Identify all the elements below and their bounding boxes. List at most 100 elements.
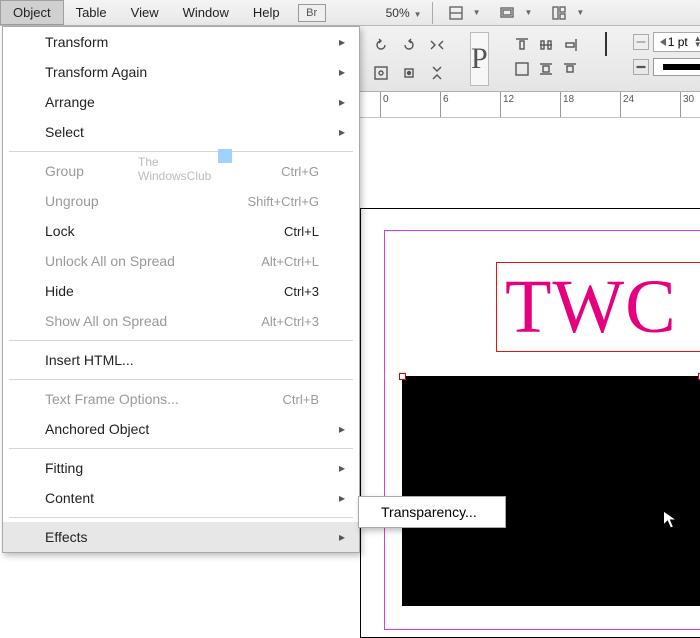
menu-separator [9,379,353,380]
selected-rectangle[interactable] [402,376,700,606]
wrap-around-icon[interactable] [533,56,559,82]
menu-hide[interactable]: Hide Ctrl+3 [3,276,359,306]
chevron-down-icon[interactable]: ▼ [473,8,481,17]
screen-mode-icon[interactable] [497,3,517,23]
chevron-right-icon: ▸ [339,422,345,436]
menu-table[interactable]: Table [64,1,119,24]
menu-view[interactable]: View [119,1,171,24]
menu-ungroup: Ungroup Shift+Ctrl+G [3,186,359,216]
menu-fitting[interactable]: Fitting ▸ [3,453,359,483]
menu-object[interactable]: Object [0,0,64,25]
stroke-weight-input[interactable]: 1 pt ▲▼ [653,32,700,52]
menu-shortcut: Shift+Ctrl+G [247,194,319,209]
align-top-icon[interactable] [509,32,535,58]
menu-shortcut: Ctrl+3 [284,284,319,299]
stepper-icon[interactable]: ▲▼ [694,36,700,48]
menu-item-label: Transparency... [381,504,477,520]
menu-effects[interactable]: Effects ▸ [3,522,359,552]
align-right-icon[interactable] [557,32,583,58]
ruler-tick: 18 [560,92,574,117]
view-options-icon[interactable] [446,3,466,23]
menu-item-label: Effects [45,529,88,545]
rotate-ccw-icon[interactable] [368,32,394,58]
menu-item-label: Show All on Spread [45,313,167,329]
chevron-right-icon: ▸ [339,461,345,475]
menu-item-label: Group [45,163,84,179]
menu-transform-again[interactable]: Transform Again ▸ [3,57,359,87]
menu-select[interactable]: Select ▸ [3,117,359,147]
ruler-tick: 30 [680,92,694,117]
menu-shortcut: Alt+Ctrl+L [261,254,319,269]
menu-lock[interactable]: Lock Ctrl+L [3,216,359,246]
chevron-down-icon: ▼ [414,10,422,19]
select-container-icon[interactable] [368,60,394,86]
text-frame[interactable]: TWC [496,262,700,352]
menu-item-label: Lock [45,223,75,239]
flip-v-icon[interactable] [424,60,450,86]
distribute-h-icon[interactable] [533,32,559,58]
menu-unlock-all: Unlock All on Spread Alt+Ctrl+L [3,246,359,276]
fill-swatch[interactable] [605,32,607,56]
separator [432,2,433,24]
stroke-style-select[interactable] [653,58,700,76]
stroke-style-icon[interactable] [633,59,649,75]
ruler-tick: 0 [380,92,389,117]
flip-h-icon[interactable] [424,32,450,58]
menu-anchored-object[interactable]: Anchored Object▸ [3,414,359,444]
menu-separator [9,517,353,518]
menu-item-label: Transform Again [45,64,147,80]
document-canvas[interactable]: TWC [360,118,700,528]
menu-transparency[interactable]: Transparency... [359,497,505,527]
menu-shortcut: Ctrl+B [283,392,319,407]
wrap-none-icon[interactable] [509,56,535,82]
wrap-jump-icon[interactable] [557,56,583,82]
menu-item-label: Ungroup [45,193,99,209]
menu-transform[interactable]: Transform▸ [3,27,359,57]
zoom-level[interactable]: 50% ▼ [386,6,422,20]
menu-item-label: Hide [45,283,74,299]
menu-group: GroupCtrl+G [3,156,359,186]
text-content: TWC [497,263,700,351]
menu-item-label: Content [45,490,94,506]
menu-show-all: Show All on Spread Alt+Ctrl+3 [3,306,359,336]
chevron-right-icon: ▸ [339,125,345,139]
menu-item-label: Insert HTML... [45,352,134,368]
transform-icons [368,32,450,86]
stroke-weight-value: 1 pt [668,35,688,49]
menu-window[interactable]: Window [171,1,241,24]
menubar: Object Table View Window Help Br 50%▼ ▼ … [0,0,700,26]
menu-separator [9,340,353,341]
menu-item-label: Select [45,124,84,140]
menu-content[interactable]: Content ▸ [3,483,359,513]
chevron-down-icon[interactable]: ▼ [524,8,532,17]
menu-arrange[interactable]: Arrange▸ [3,87,359,117]
ruler-tick: 12 [500,92,514,117]
rotate-cw-icon[interactable] [396,32,422,58]
zoom-value: 50% [386,6,410,20]
chevron-right-icon: ▸ [339,35,345,49]
menu-item-label: Unlock All on Spread [45,253,175,269]
menu-help[interactable]: Help [241,1,292,24]
triangle-left-icon [660,38,666,46]
ruler-tick: 24 [620,92,634,117]
chevron-down-icon[interactable]: ▼ [576,8,584,17]
menu-item-label: Arrange [45,94,95,110]
stroke-align-icon[interactable] [633,34,649,50]
arrange-docs-icon[interactable] [549,3,569,23]
menu-insert-html[interactable]: Insert HTML... [3,345,359,375]
menu-shortcut: Ctrl+L [284,224,319,239]
selection-handle[interactable] [399,373,406,380]
menu-item-label: Fitting [45,460,83,476]
menu-item-label: Text Frame Options... [45,391,179,407]
menu-text-frame-options: Text Frame Options... Ctrl+B [3,384,359,414]
chevron-right-icon: ▸ [339,530,345,544]
chevron-right-icon: ▸ [339,491,345,505]
menu-separator [9,151,353,152]
control-panel: P 1 pt ▲▼ [360,26,700,92]
object-menu: Transform▸ Transform Again▸ Arrange▸ Sel… [2,26,360,553]
menu-shortcut: Alt+Ctrl+3 [261,314,319,329]
chevron-right-icon: ▸ [339,65,345,79]
bridge-button[interactable]: Br [298,4,326,22]
select-content-icon[interactable] [396,60,422,86]
paragraph-style-icon[interactable]: P [470,32,489,86]
